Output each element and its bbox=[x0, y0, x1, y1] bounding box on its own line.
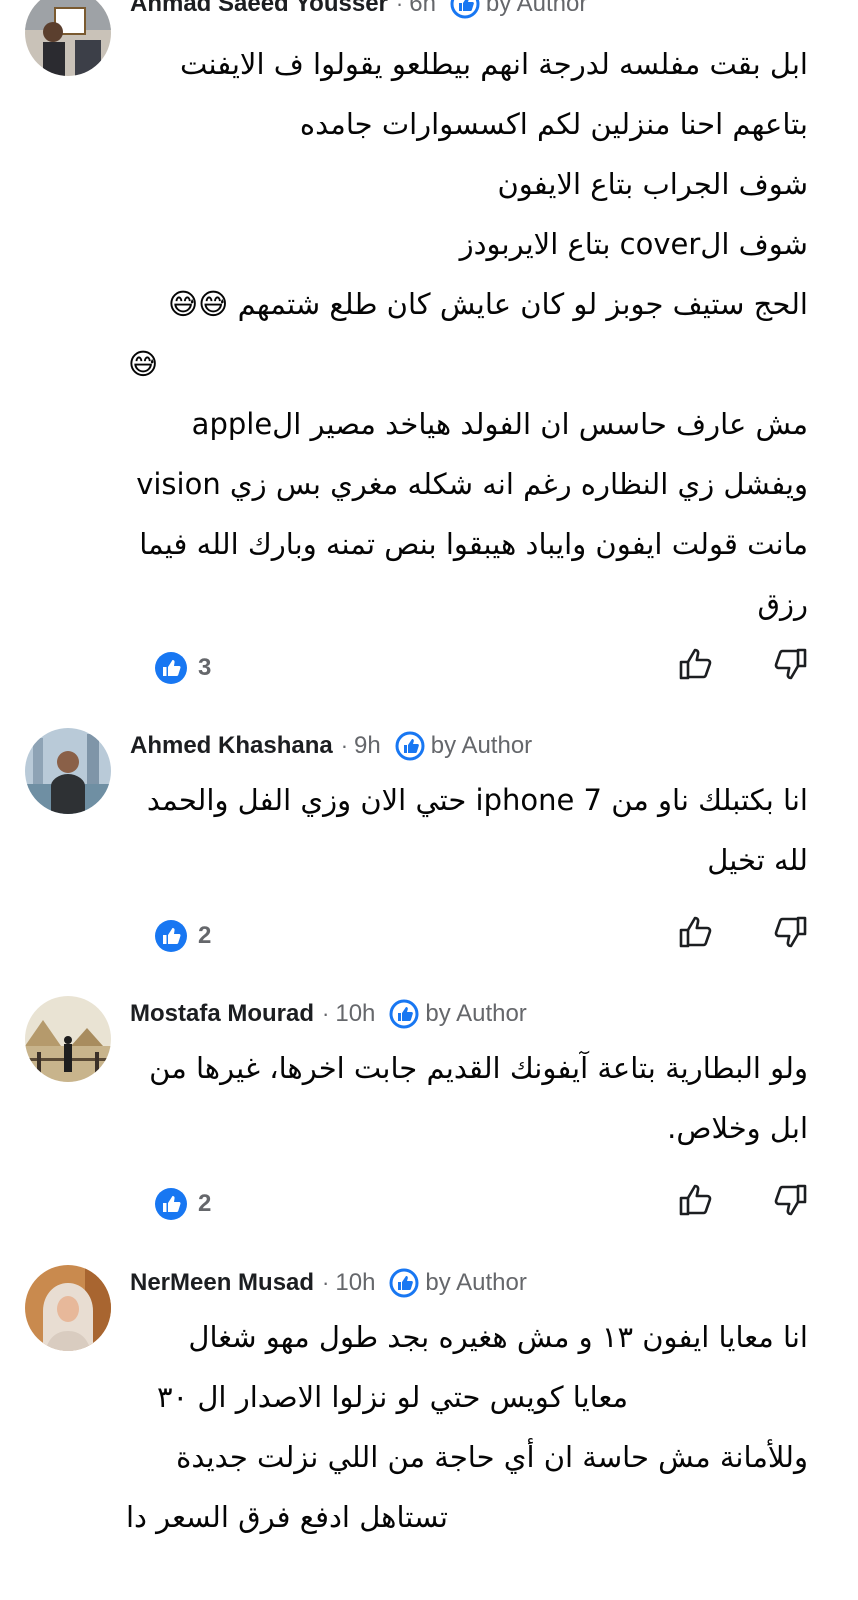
comment-time[interactable]: 10h bbox=[335, 1269, 375, 1297]
commenter-name[interactable]: Mostafa Mourad bbox=[130, 1000, 314, 1028]
avatar[interactable] bbox=[25, 1265, 111, 1351]
avatar[interactable] bbox=[25, 0, 111, 76]
thumbs-up-badge-icon bbox=[154, 651, 188, 685]
thumbs-up-outline-icon[interactable] bbox=[676, 912, 716, 952]
reaction-summary[interactable]: 2 bbox=[154, 918, 211, 954]
avatar[interactable] bbox=[25, 996, 111, 1082]
like-count: 2 bbox=[198, 1190, 212, 1217]
reaction-summary[interactable]: 2 bbox=[154, 1186, 211, 1222]
thumbs-up-outline-icon[interactable] bbox=[676, 644, 716, 684]
comment-body: ولو البطارية بتاعة آيفونك القديم جابت اخ… bbox=[128, 1038, 818, 1158]
separator-dot: · bbox=[322, 1270, 330, 1295]
commenter-name[interactable]: Ahmad Saeed Yousser bbox=[130, 0, 388, 18]
comment-text-line: انا معايا ايفون ١٣ و مش هغيره بجد طول مه… bbox=[188, 1320, 808, 1354]
comment-text-line: ابل وخلاص. bbox=[667, 1111, 808, 1145]
comment-text-line: شوف الجراب بتاع الايفون bbox=[497, 167, 808, 201]
comment-text-line: ولو البطارية بتاعة آيفونك القديم جابت اخ… bbox=[149, 1051, 808, 1085]
author-label: by Author bbox=[425, 1269, 527, 1296]
comment-text-line: 😅 bbox=[128, 347, 159, 381]
comment-text-line: مانت قولت ايفون وايباد هيبقوا بنص تمنه و… bbox=[139, 527, 808, 561]
comment-body: انا معايا ايفون ١٣ و مش هغيره بجد طول مه… bbox=[125, 1307, 818, 1547]
commenter-name[interactable]: Ahmed Khashana bbox=[130, 732, 333, 760]
comment-text-line: ابل بقت مفلسه لدرجة انهم بيطلعو يقولوا ف… bbox=[179, 47, 808, 81]
like-count: 2 bbox=[198, 922, 212, 949]
comment-text-line: vision ويفشل زي النظاره رغم انه شكله مغر… bbox=[136, 467, 808, 501]
thumbs-down-outline-icon[interactable] bbox=[770, 1180, 810, 1220]
comment-text-line: شوف الcover بتاع الايربودز bbox=[459, 227, 808, 261]
reaction-summary[interactable]: 3 bbox=[154, 650, 211, 686]
comment-text-line: لله تخيل bbox=[707, 843, 808, 877]
author-badge-icon bbox=[389, 1268, 419, 1298]
comment-text-line: وللأمانة مش حاسة ان أي حاجة من اللي نزلت… bbox=[176, 1440, 808, 1474]
avatar[interactable] bbox=[25, 728, 111, 814]
like-count: 3 bbox=[198, 654, 212, 681]
thumbs-up-badge-icon bbox=[154, 919, 188, 953]
thumbs-down-outline-icon[interactable] bbox=[770, 912, 810, 952]
author-badge-icon bbox=[389, 999, 419, 1029]
thumbs-up-outline-icon[interactable] bbox=[676, 1180, 716, 1220]
comment-text-line: رزق bbox=[757, 587, 808, 621]
author-badge-icon bbox=[395, 731, 425, 761]
commenter-name[interactable]: NerMeen Musad bbox=[130, 1269, 314, 1297]
comment-time[interactable]: 6h bbox=[409, 0, 436, 18]
author-label: by Author bbox=[485, 0, 588, 17]
separator-dot: · bbox=[322, 1001, 330, 1026]
comment-time[interactable]: 9h bbox=[354, 732, 381, 760]
thumbs-up-badge-icon bbox=[154, 1187, 188, 1221]
comment-time[interactable]: 10h bbox=[335, 1000, 375, 1028]
comment-text-line: بتاعهم احنا منزلين لكم اكسسوارات جامده bbox=[299, 107, 808, 141]
comment-text-line: معايا كويس حتي لو نزلوا الاصدار ال ٣٠ bbox=[156, 1380, 628, 1414]
comment-text-line: انا بكتبلك ناو من iphone 7 حتي الان وزي … bbox=[146, 783, 808, 817]
comment-text-line: الحج ستيف جوبز لو كان عايش كان طلع شتمهم… bbox=[167, 287, 808, 321]
thumbs-down-outline-icon[interactable] bbox=[770, 644, 810, 684]
separator-dot: · bbox=[395, 0, 404, 16]
separator-dot: · bbox=[340, 733, 349, 758]
comment-body: ابل بقت مفلسه لدرجة انهم بيطلعو يقولوا ف… bbox=[128, 34, 818, 634]
comment-text-line: تستاهل ادفع فرق السعر دا bbox=[125, 1500, 448, 1534]
comment-text-line: مش عارف حاسس ان الفولد هياخد مصير الappl… bbox=[191, 407, 808, 441]
comment-body: انا بكتبلك ناو من iphone 7 حتي الان وزي … bbox=[128, 770, 818, 890]
author-label: by Author bbox=[430, 732, 533, 759]
author-label: by Author bbox=[425, 1000, 527, 1027]
author-badge-icon bbox=[450, 0, 480, 19]
